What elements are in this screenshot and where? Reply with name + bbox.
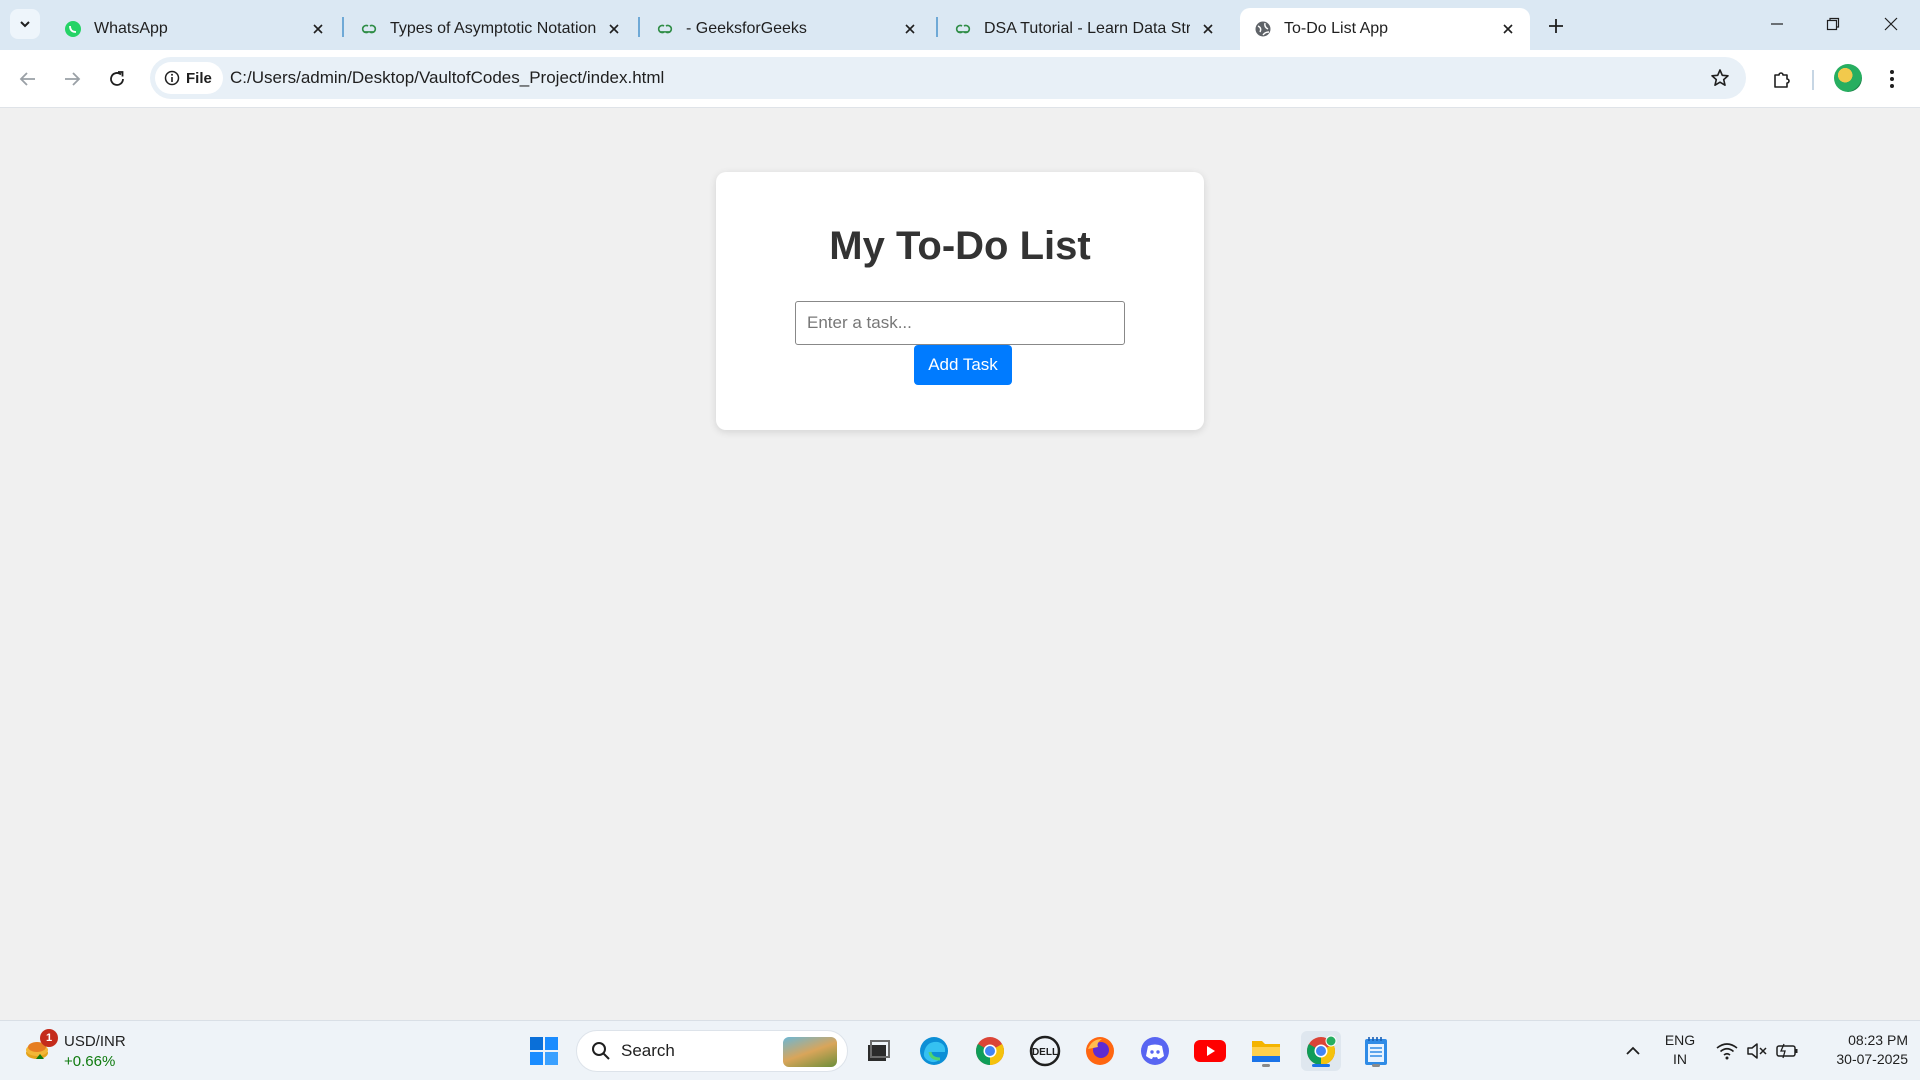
discord-icon[interactable] (1135, 1031, 1175, 1071)
task-input[interactable] (795, 301, 1125, 345)
tab-search-button[interactable] (10, 9, 40, 39)
geeksforgeeks-icon (656, 20, 674, 38)
close-icon (1884, 17, 1898, 31)
tab-todo-list-app[interactable]: To-Do List App (1240, 8, 1530, 50)
windows-start-icon[interactable] (524, 1031, 564, 1071)
geeksforgeeks-icon (954, 20, 972, 38)
file-explorer-icon[interactable] (1246, 1031, 1286, 1071)
taskbar-search[interactable]: Search (576, 1030, 848, 1072)
language-indicator[interactable]: ENG IN (1660, 1031, 1700, 1069)
forward-button[interactable] (56, 63, 88, 95)
close-icon[interactable] (900, 19, 920, 39)
todo-card: My To-Do List Add Task (716, 172, 1204, 430)
tab-separator (936, 17, 938, 37)
minimize-icon (1771, 23, 1783, 25)
notification-badge: 1 (40, 1029, 58, 1047)
puzzle-icon (1774, 72, 1790, 88)
restore-button[interactable] (1810, 8, 1856, 40)
star-icon (1711, 69, 1729, 86)
tab-geeksforgeeks[interactable]: - GeeksforGeeks (642, 8, 932, 50)
reload-button[interactable] (101, 63, 133, 95)
tab-title: DSA Tutorial - Learn Data Struct (984, 20, 1190, 37)
new-tab-button[interactable] (1542, 12, 1570, 40)
arrow-left-icon (19, 72, 35, 86)
add-task-button[interactable]: Add Task (914, 345, 1012, 385)
tab-separator (638, 17, 640, 37)
chevron-down-icon (20, 21, 30, 28)
extensions-button[interactable] (1766, 63, 1798, 95)
tab-asymptotic-notations[interactable]: Types of Asymptotic Notations (346, 8, 636, 50)
clock[interactable]: 08:23 PM 30-07-2025 (1808, 1031, 1908, 1069)
chrome-icon[interactable] (1301, 1031, 1341, 1071)
close-icon[interactable] (1198, 19, 1218, 39)
tab-separator (342, 17, 344, 37)
site-chip-label: File (186, 69, 212, 87)
running-indicator (1372, 1064, 1380, 1067)
tab-title: WhatsApp (94, 20, 168, 37)
task-view-icon[interactable] (858, 1031, 898, 1071)
reload-icon (110, 71, 124, 86)
tab-title: Types of Asymptotic Notations (390, 20, 596, 37)
close-icon[interactable] (308, 19, 328, 39)
clock-date: 30-07-2025 (1836, 1051, 1908, 1067)
search-label: Search (621, 1041, 675, 1060)
running-indicator (1262, 1064, 1270, 1067)
address-bar[interactable]: File C:/Users/admin/Desktop/VaultofCodes… (150, 57, 1746, 99)
url-text[interactable]: C:/Users/admin/Desktop/VaultofCodes_Proj… (230, 68, 664, 88)
plus-icon (1549, 19, 1563, 33)
globe-icon (1254, 20, 1272, 38)
taskbar: 1 USD/INR +0.66% Search DELL ENG IN 08:2… (0, 1020, 1920, 1080)
widgets-button[interactable]: 1 USD/INR +0.66% (24, 1029, 174, 1073)
tab-title: - GeeksforGeeks (686, 20, 807, 37)
show-hidden-icons-button[interactable] (1620, 1021, 1646, 1080)
arrow-right-icon (65, 72, 81, 86)
chevron-up-icon (1626, 1046, 1640, 1055)
close-icon[interactable] (1498, 19, 1518, 39)
browser-toolbar: File C:/Users/admin/Desktop/VaultofCodes… (0, 50, 1920, 108)
language-code: ENG (1664, 1032, 1696, 1048)
bookmark-button[interactable] (1708, 66, 1732, 90)
page-viewport: My To-Do List Add Task (0, 108, 1920, 1020)
minimize-button[interactable] (1754, 8, 1800, 40)
widget-title: USD/INR (64, 1033, 126, 1050)
whatsapp-icon (64, 20, 82, 38)
tab-title: To-Do List App (1284, 20, 1389, 37)
tab-whatsapp[interactable]: WhatsApp (50, 8, 340, 50)
toolbar-divider (1812, 70, 1814, 90)
running-indicator (1312, 1064, 1330, 1067)
close-window-button[interactable] (1868, 8, 1914, 40)
info-icon (164, 70, 180, 86)
profile-avatar[interactable] (1834, 64, 1862, 92)
firefox-icon[interactable] (1080, 1031, 1120, 1071)
region-code: IN (1673, 1051, 1687, 1067)
site-info-chip[interactable]: File (155, 62, 223, 94)
notepad-icon[interactable] (1356, 1031, 1396, 1071)
tab-dsa-tutorial[interactable]: DSA Tutorial - Learn Data Struct (940, 8, 1230, 50)
page-title: My To-Do List (829, 224, 1091, 268)
volume-muted-icon[interactable] (1744, 1021, 1770, 1080)
clock-time: 08:23 PM (1848, 1032, 1908, 1048)
search-highlight-image (783, 1037, 837, 1067)
more-vert-icon (1890, 70, 1894, 88)
widget-change: +0.66% (64, 1053, 116, 1070)
restore-icon (1826, 17, 1840, 31)
menu-button[interactable] (1876, 63, 1908, 95)
chrome-icon[interactable] (970, 1031, 1010, 1071)
back-button[interactable] (12, 63, 44, 95)
geeksforgeeks-icon (360, 20, 378, 38)
edge-icon[interactable] (914, 1031, 954, 1071)
battery-icon[interactable] (1774, 1021, 1800, 1080)
screen: WhatsApp Types of Asymptotic Notations -… (0, 0, 1920, 1080)
close-icon[interactable] (604, 19, 624, 39)
youtube-icon[interactable] (1190, 1031, 1230, 1071)
svg-text:DELL: DELL (1032, 1047, 1058, 1058)
search-icon (592, 1042, 610, 1060)
tab-strip: WhatsApp Types of Asymptotic Notations -… (0, 0, 1920, 50)
dell-icon[interactable]: DELL (1025, 1031, 1065, 1071)
wifi-icon[interactable] (1714, 1021, 1740, 1080)
